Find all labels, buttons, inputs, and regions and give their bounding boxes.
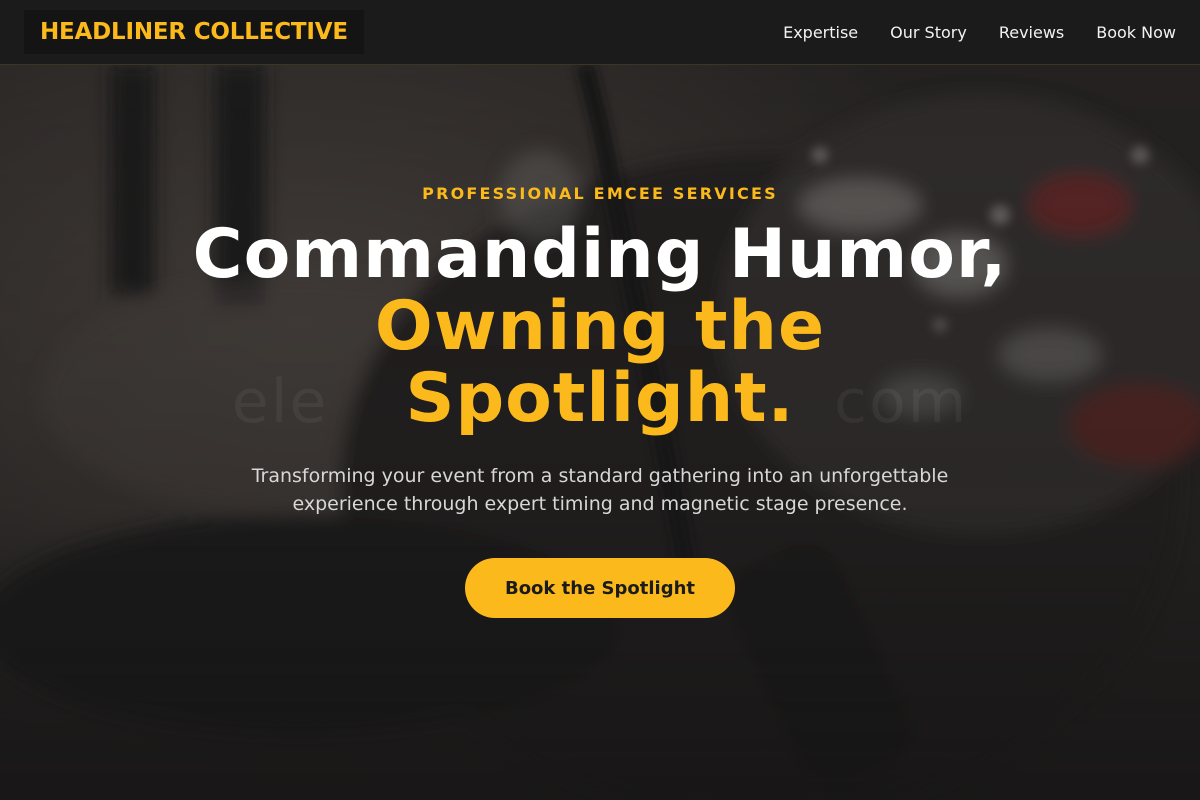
brand-logo[interactable]: HEADLINER COLLECTIVE [24,10,364,54]
hero-section: ele com PROFESSIONAL EMCEE SERVICES Comm… [0,65,1200,800]
site-header: HEADLINER COLLECTIVE Expertise Our Story… [0,0,1200,65]
headline-line-1: Commanding Humor, [192,215,1008,294]
nav-link-our-story[interactable]: Our Story [890,23,967,42]
hero-headline: Commanding Humor, Owning the Spotlight. [0,219,1200,435]
headline-line-2: Owning the Spotlight. [374,287,826,438]
book-the-spotlight-button[interactable]: Book the Spotlight [465,558,735,618]
nav-link-book-now[interactable]: Book Now [1096,23,1176,42]
nav-link-reviews[interactable]: Reviews [999,23,1064,42]
hero-content: PROFESSIONAL EMCEE SERVICES Commanding H… [0,65,1200,800]
nav-link-expertise[interactable]: Expertise [783,23,858,42]
hero-subtext: Transforming your event from a standard … [251,465,949,515]
hero-eyebrow: PROFESSIONAL EMCEE SERVICES [422,184,778,203]
main-nav: Expertise Our Story Reviews Book Now [783,23,1176,42]
